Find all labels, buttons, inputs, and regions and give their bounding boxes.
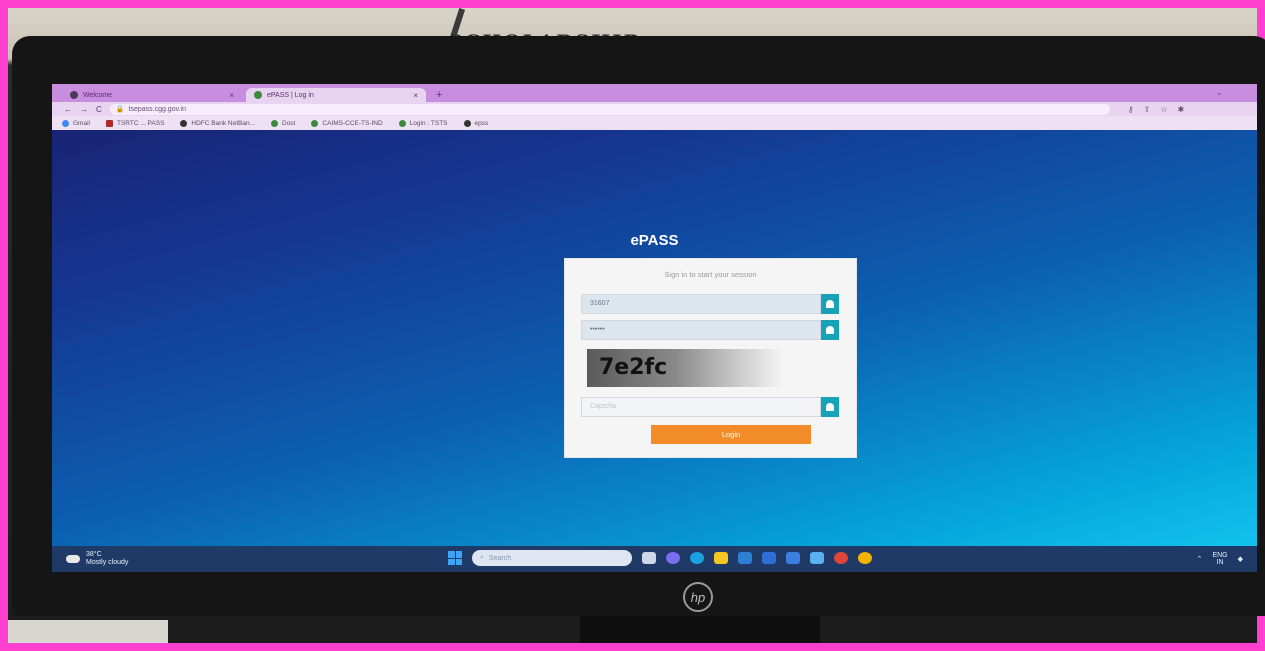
new-tab-button[interactable]: + (430, 88, 448, 102)
windows-start-icon[interactable] (448, 551, 462, 565)
hp-logo: hp (683, 582, 713, 612)
bookmark-dost[interactable]: Dost (271, 119, 296, 127)
weather-condition: Mostly cloudy (86, 559, 129, 566)
file-explorer-icon[interactable] (714, 552, 728, 564)
mail-icon[interactable] (738, 552, 752, 564)
globe-icon (463, 119, 471, 127)
address-bar[interactable]: 🔒 tsepass.cgg.gov.in (109, 103, 1110, 115)
photos-icon[interactable] (810, 552, 824, 564)
cloud-icon (66, 555, 80, 563)
windows-taskbar: 38°C Mostly cloudy ⌕ Search ⌃ ENG IN ◆ (52, 546, 1257, 572)
globe-icon (398, 119, 406, 127)
bookmarks-bar: Gmail TSRTC ... PASS HDFC Bank NetBan...… (52, 116, 1257, 130)
language-indicator[interactable]: ENG IN (1212, 552, 1227, 566)
username-input[interactable]: 31607 (581, 294, 821, 314)
tab-label: ePASS | Log in (267, 91, 314, 99)
bookmark-tsrtc[interactable]: TSRTC ... PASS (105, 119, 165, 127)
login-button[interactable]: Login (651, 425, 811, 444)
url-text: tsepass.cgg.gov.in (128, 105, 186, 113)
forward-arrow-icon[interactable]: → (80, 105, 88, 114)
close-icon[interactable]: × (229, 91, 234, 100)
bookmark-epss[interactable]: epss (463, 119, 489, 127)
chevron-up-icon[interactable]: ⌃ (1197, 555, 1203, 563)
wifi-icon[interactable]: ◆ (1238, 555, 1243, 563)
lock-icon (821, 320, 839, 340)
browser-toolbar: ← → C 🔒 tsepass.cgg.gov.in ⚷ ⇪ ☆ ✱ (52, 102, 1257, 116)
captcha-image: 7e2fc (587, 349, 783, 387)
key-icon[interactable]: ⚷ (1128, 105, 1134, 114)
bookmark-label: CAIMS-CCE-TS-IND (322, 119, 383, 127)
weather-temperature: 38°C (86, 551, 102, 558)
search-icon: ⌕ (480, 554, 484, 561)
search-placeholder: Search (488, 554, 512, 562)
tab-welcome[interactable]: Welcome × (62, 88, 242, 102)
desk-surface (880, 618, 1257, 643)
captcha-field: Captcha (581, 397, 839, 417)
edge-icon[interactable] (690, 552, 704, 564)
share-icon[interactable]: ⇪ (1144, 105, 1151, 114)
globe-icon (70, 91, 78, 99)
bookmark-login-tsts[interactable]: Login : TSTS (398, 119, 448, 127)
chat-icon[interactable] (666, 552, 680, 564)
desk-paper (8, 620, 168, 643)
bookmark-label: epss (474, 119, 489, 127)
extensions-icon[interactable]: ✱ (1178, 105, 1185, 114)
bookmark-label: Gmail (73, 119, 90, 127)
login-hint: Sign in to start your session (664, 270, 757, 279)
site-favicon-icon (254, 91, 262, 99)
lock-icon: 🔒 (115, 106, 125, 113)
bookmark-gmail[interactable]: Gmail (62, 119, 90, 127)
bookmark-hdfc[interactable]: HDFC Bank NetBan... (180, 119, 255, 127)
bus-icon (105, 119, 113, 127)
bookmark-label: Login : TSTS (409, 119, 448, 127)
login-box: Sign in to start your session 31607 ••••… (564, 258, 857, 458)
back-arrow-icon[interactable]: ← (64, 105, 72, 114)
toolbar-actions: ⚷ ⇪ ☆ ✱ (1128, 105, 1184, 114)
taskbar-search[interactable]: ⌕ Search (472, 550, 632, 566)
lang-code: ENG (1212, 552, 1228, 559)
bookmark-label: TSRTC ... PASS (116, 119, 165, 127)
globe-icon (180, 119, 188, 127)
weather-widget[interactable]: 38°C Mostly cloudy (52, 551, 128, 567)
page-title: ePASS (630, 232, 679, 249)
taskbar-apps: ⌕ Search (448, 550, 872, 566)
tab-label: Welcome (83, 91, 113, 99)
globe-icon (271, 119, 278, 127)
globe-icon (311, 119, 319, 127)
bookmark-label: Dost (282, 119, 296, 127)
system-tray: ⌃ ENG IN ◆ (1197, 552, 1243, 566)
monitor-stand (580, 616, 820, 643)
lock-icon (821, 397, 839, 417)
reload-icon[interactable]: C (96, 105, 102, 114)
chrome-icon[interactable] (858, 552, 872, 564)
region-code: IN (1216, 559, 1224, 566)
username-field: 31607 (581, 294, 839, 314)
monitor-screen: Welcome × ePASS | Log in × + ⌄ ← → C 🔒 t… (52, 84, 1257, 572)
password-input[interactable]: •••••• (581, 320, 821, 340)
user-icon (821, 294, 839, 314)
bookmark-caims[interactable]: CAIMS-CCE-TS-IND (311, 119, 383, 127)
store-icon[interactable] (762, 552, 776, 564)
app-icon[interactable] (786, 552, 800, 564)
tab-search-icon[interactable]: ⌄ (1215, 87, 1223, 98)
captcha-input[interactable]: Captcha (581, 397, 821, 417)
task-view-icon[interactable] (642, 552, 656, 564)
browser-tab-strip: Welcome × ePASS | Log in × + ⌄ (52, 84, 1257, 102)
google-icon (62, 119, 69, 127)
close-icon[interactable]: × (413, 91, 418, 100)
password-field: •••••• (581, 320, 839, 340)
bookmark-label: HDFC Bank NetBan... (191, 119, 255, 127)
star-icon[interactable]: ☆ (1160, 105, 1167, 114)
chrome-icon[interactable] (834, 552, 848, 564)
tab-epass-login[interactable]: ePASS | Log in × (246, 88, 426, 102)
